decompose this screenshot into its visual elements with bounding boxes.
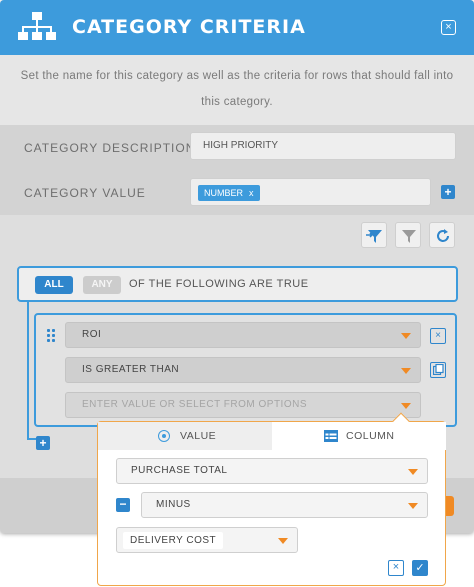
column-select[interactable]: PURCHASE TOTAL [116,458,428,484]
chevron-down-icon [278,538,288,544]
close-icon[interactable]: × [441,20,456,35]
radio-icon [158,430,170,442]
filter-apply-icon [366,230,382,243]
close-icon[interactable]: × [430,328,446,344]
filter-icon [402,230,416,243]
category-value-label: CATEGORY VALUE [24,186,146,200]
category-form: CATEGORY DESCRIPTION HIGH PRIORITY CATEG… [0,125,474,215]
category-description-label: CATEGORY DESCRIPTION [24,141,196,155]
chip-remove-icon[interactable]: x [249,188,254,198]
chevron-down-icon [408,469,418,475]
rule-value-placeholder: ENTER VALUE OR SELECT FROM OPTIONS [82,399,307,410]
remove-operation-button[interactable]: − [116,498,130,512]
refresh-icon [437,229,449,242]
rule-value-select[interactable]: ENTER VALUE OR SELECT FROM OPTIONS [65,392,421,418]
number-chip[interactable]: NUMBER x [198,185,260,201]
operation-select[interactable]: MINUS [141,492,428,518]
tab-column-label: COLUMN [346,430,395,442]
hierarchy-icon [18,12,56,40]
rule-operator-value: IS GREATER THAN [82,364,180,375]
category-description-input[interactable]: HIGH PRIORITY [190,132,456,160]
second-column-select[interactable]: DELIVERY COST [116,527,298,553]
add-rule-button[interactable]: + [36,436,50,450]
copy-icon [432,363,444,376]
rule-field-value: ROI [82,329,102,340]
any-toggle[interactable]: ANY [83,276,121,294]
chevron-down-icon [401,403,411,409]
modal-header: CATEGORY CRITERIA × [0,0,474,55]
filter-apply-button[interactable] [361,222,387,248]
all-toggle[interactable]: ALL [35,276,73,294]
chevron-down-icon [408,503,418,509]
filter-button[interactable] [395,222,421,248]
refresh-button[interactable] [429,222,455,248]
chevron-down-icon [401,368,411,374]
cancel-button[interactable]: × [388,560,404,576]
column-select-value: PURCHASE TOTAL [131,465,228,476]
confirm-button[interactable]: ✓ [412,560,428,576]
value-popover: VALUE COLUMN PURCHASE TOTAL − MINUS DELI… [97,412,446,586]
tab-value[interactable]: VALUE [98,422,272,450]
group-condition-text: OF THE FOLLOWING ARE TRUE [129,278,309,290]
group-connector [27,302,29,440]
tab-value-label: VALUE [180,430,217,442]
category-value-input[interactable]: NUMBER x [190,178,431,206]
copy-button[interactable] [430,362,446,378]
drag-handle-icon[interactable] [47,329,57,343]
rule-field-select[interactable]: ROI [65,322,421,348]
modal-description: Set the name for this category as well a… [0,55,474,125]
modal-title: CATEGORY CRITERIA [72,16,306,38]
chevron-down-icon [401,333,411,339]
chip-label: NUMBER [204,188,244,198]
add-value-button[interactable]: + [441,185,455,199]
rule-operator-select[interactable]: IS GREATER THAN [65,357,421,383]
table-icon [324,430,338,442]
second-column-value: DELIVERY COST [123,532,223,549]
operation-select-value: MINUS [156,499,191,510]
tab-column[interactable]: COLUMN [272,422,446,450]
criteria-group: ALL ANY OF THE FOLLOWING ARE TRUE [17,266,458,302]
